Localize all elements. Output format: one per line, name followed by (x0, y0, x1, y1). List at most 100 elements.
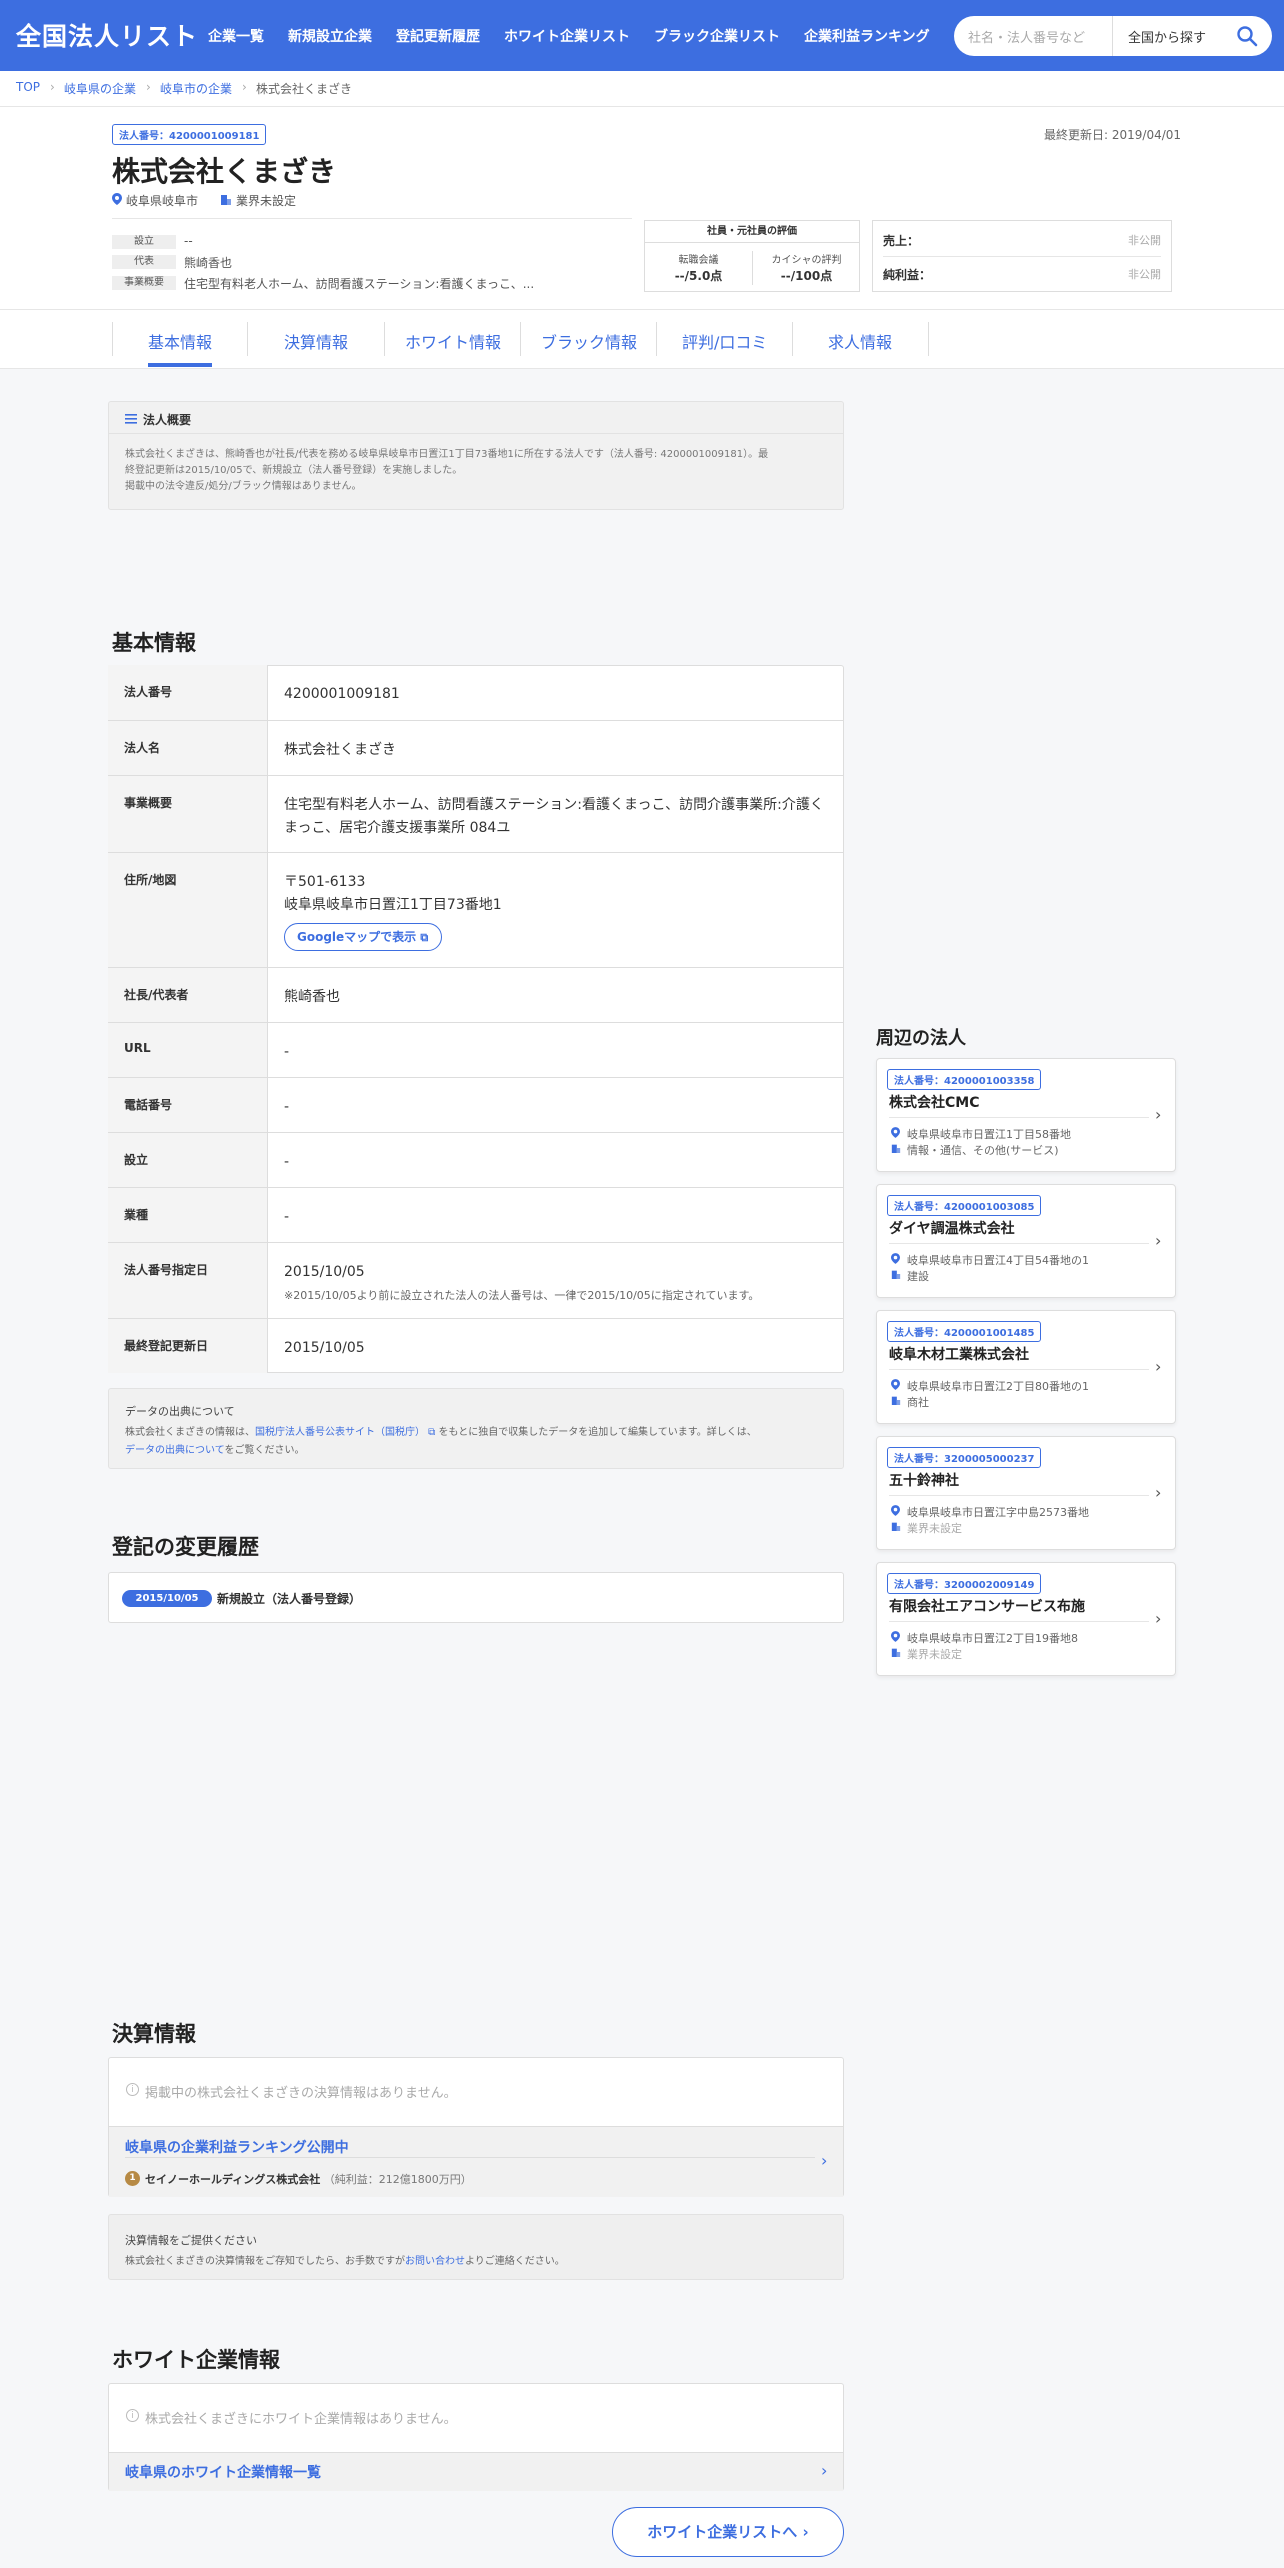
divider (883, 256, 1161, 257)
table-row: 設立 - (108, 1132, 844, 1187)
tab-jobs[interactable]: 求人情報 (828, 329, 892, 353)
white-list-link[interactable]: 岐阜県のホワイト企業情報一覧 (125, 2462, 321, 2482)
nav-registry-history[interactable]: 登記更新履歴 (396, 26, 480, 46)
settlement-title: 決算情報 (112, 2022, 196, 2046)
chevron-right-icon: › (821, 2151, 828, 2170)
data-source-link[interactable]: データの出典について (125, 1445, 225, 1456)
nav-black-list[interactable]: ブラック企業リスト (654, 26, 780, 46)
table-row: 業種 - (108, 1187, 844, 1242)
search-bar: 社名・法人番号など 全国から探す (954, 16, 1272, 56)
fact-label-established: 設立 (112, 235, 176, 249)
nav-company-list[interactable]: 企業一覧 (208, 26, 264, 46)
table-row: 法人名 株式会社くまざき (108, 720, 844, 775)
white-list-button[interactable]: ホワイト企業リストへ › (612, 2507, 844, 2557)
nearby-company-card[interactable]: 法人番号：4200001003085 ダイヤ調温株式会社 岐阜県岐阜市日置江4丁… (876, 1184, 1176, 1298)
ranking-link-row[interactable]: 岐阜県の企業利益ランキング公開中 1 セイノーホールディングス株式会社 （純利益… (109, 2126, 843, 2197)
site-logo[interactable]: 全国法人リスト (16, 17, 198, 53)
ranking-link[interactable]: 岐阜県の企業利益ランキング公開中 (125, 2137, 349, 2157)
settlement-card: i 掲載中の株式会社くまざきの決算情報はありません。 岐阜県の企業利益ランキング… (108, 2057, 844, 2197)
building-icon (891, 1270, 901, 1279)
nearby-address: 岐阜県岐阜市日置江4丁目54番地の1 (907, 1254, 1089, 1267)
chevron-right-icon: › (1155, 1483, 1162, 1502)
nav-white-list[interactable]: ホワイト企業リスト (504, 26, 630, 46)
white-info-card: i 株式会社くまざきにホワイト企業情報はありません。 岐阜県のホワイト企業情報一… (108, 2383, 844, 2491)
divider (109, 433, 843, 434)
sales-value: 非公開 (1128, 234, 1161, 247)
table-row: 事業概要 住宅型有料老人ホーム、訪問看護ステーション:看護くまっこ、訪問介護事業所… (108, 775, 844, 852)
tab-active-indicator (148, 363, 212, 367)
employee-rating-card: 社員・元社員の評価 転職会議 --/5.0点 カイシャの評判 --/100点 (644, 220, 860, 292)
nearby-industry: 業界未設定 (907, 1648, 962, 1661)
row-label: 社長/代表者 (124, 988, 189, 1002)
chevron-right-icon: › (821, 2461, 828, 2480)
finance-summary-card: 売上： 非公開 純利益： 非公開 (872, 220, 1172, 292)
breadcrumb-top[interactable]: TOP (16, 80, 40, 94)
building-icon (891, 1144, 901, 1153)
row-value: - (284, 1209, 290, 1225)
nearby-corp-number: 法人番号：4200001003358 (887, 1069, 1042, 1090)
source-line: データの出典についてをご覧ください。 (125, 1441, 305, 1456)
rank-detail: （純利益：212億1800万円） (323, 2173, 472, 2186)
breadcrumb-city[interactable]: 岐阜市の企業 (160, 80, 232, 97)
white-list-link-row[interactable]: 岐阜県のホワイト企業情報一覧 › (109, 2452, 843, 2491)
row-value: 2015/10/05 (284, 1340, 365, 1356)
search-input[interactable]: 社名・法人番号など (968, 27, 1085, 46)
rating-right-label: カイシャの評判 (771, 255, 842, 266)
nearby-company-card[interactable]: 法人番号：3200005000237 五十鈴神社 岐阜県岐阜市日置江字中島257… (876, 1436, 1176, 1550)
breadcrumb-prefecture[interactable]: 岐阜県の企業 (64, 80, 136, 97)
nav-profit-ranking[interactable]: 企業利益ランキング (804, 26, 930, 46)
tab-settlement[interactable]: 決算情報 (284, 329, 348, 353)
table-row: URL - (108, 1022, 844, 1077)
nearby-company-card[interactable]: 法人番号：3200002009149 有限会社エアコンサービス布施 岐阜県岐阜市… (876, 1562, 1176, 1676)
search-scope-select[interactable]: 全国から探す (1128, 27, 1206, 46)
corp-number-badge: 法人番号：4200001009181 (112, 124, 267, 145)
white-empty: 株式会社くまざきにホワイト企業情報はありません。 (145, 2412, 457, 2427)
pin-icon (891, 1127, 900, 1138)
history-title: 登記の変更履歴 (112, 1535, 259, 1559)
tab-reviews[interactable]: 評判/口コミ (682, 329, 767, 353)
nearby-industry: 建設 (907, 1270, 929, 1283)
row-value: 4200001009181 (284, 686, 400, 702)
row-label: 法人番号 (124, 685, 173, 699)
source-line: 株式会社くまざきの情報は、国税庁法人番号公表サイト（国税庁） ⧉ をもとに独自で… (125, 1423, 757, 1438)
summary-title: 法人概要 (143, 413, 192, 427)
row-label: 最終登記更新日 (124, 1339, 209, 1353)
row-value: 熊崎香也 (284, 989, 340, 1005)
search-icon[interactable] (1236, 25, 1258, 47)
divider (889, 1243, 1149, 1244)
google-map-button-label: Googleマップで表示 (297, 930, 417, 944)
info-icon: i (126, 2083, 139, 2096)
contact-link[interactable]: お問い合わせ (405, 2256, 465, 2267)
divider (112, 218, 632, 219)
table-row: 最終登記更新日 2015/10/05 (108, 1318, 844, 1373)
nav-new-companies[interactable]: 新規設立企業 (288, 26, 372, 46)
rating-left-label: 転職会議 (678, 255, 719, 266)
nearby-company-card[interactable]: 法人番号：4200001001485 岐阜木材工業株式会社 岐阜県岐阜市日置江2… (876, 1310, 1176, 1424)
address: 岐阜県岐阜市日置江1丁目73番地1 (284, 897, 502, 913)
nearby-address: 岐阜県岐阜市日置江2丁目80番地の1 (907, 1380, 1089, 1393)
tab-black[interactable]: ブラック情報 (541, 329, 637, 353)
history-event: 新規設立（法人番号登録） (217, 1592, 362, 1606)
table-row: 法人番号 4200001009181 (108, 665, 844, 720)
pin-icon (891, 1379, 900, 1390)
summary-text: 株式会社くまざきは、熊崎香也が社長/代表を務める岐阜県岐阜市日置江1丁目73番地… (125, 447, 768, 495)
nearby-industry: 情報・通信、その他(サービス) (907, 1144, 1059, 1157)
tab-white[interactable]: ホワイト情報 (405, 329, 501, 353)
source-text: をご覧ください。 (224, 1445, 305, 1456)
rating-left-value: --/5.0点 (674, 269, 723, 283)
tab-basic-info[interactable]: 基本情報 (148, 329, 212, 353)
nearby-company-card[interactable]: 法人番号：4200001003358 株式会社CMC 岐阜県岐阜市日置江1丁目5… (876, 1058, 1176, 1172)
nta-site-link[interactable]: 国税庁法人番号公表サイト（国税庁） (255, 1427, 425, 1438)
profit-label: 純利益： (883, 268, 932, 282)
settlement-empty: 掲載中の株式会社くまざきの決算情報はありません。 (145, 2086, 457, 2101)
request-title: 決算情報をご提供ください (125, 2234, 257, 2247)
chevron-right-icon: › (50, 80, 55, 94)
request-text: 株式会社くまざきの決算情報をご存知でしたら、お手数ですがお問い合わせよりご連絡く… (125, 2252, 565, 2267)
history-date-badge: 2015/10/05 (122, 1590, 212, 1607)
building-icon (891, 1648, 901, 1657)
last-updated: 最終更新日: 2019/04/01 (1044, 128, 1182, 142)
tab-separator (928, 322, 929, 356)
google-map-button[interactable]: Googleマップで表示 ⧉ (284, 923, 442, 951)
tab-separator (247, 322, 248, 356)
info-icon: i (126, 2409, 139, 2422)
